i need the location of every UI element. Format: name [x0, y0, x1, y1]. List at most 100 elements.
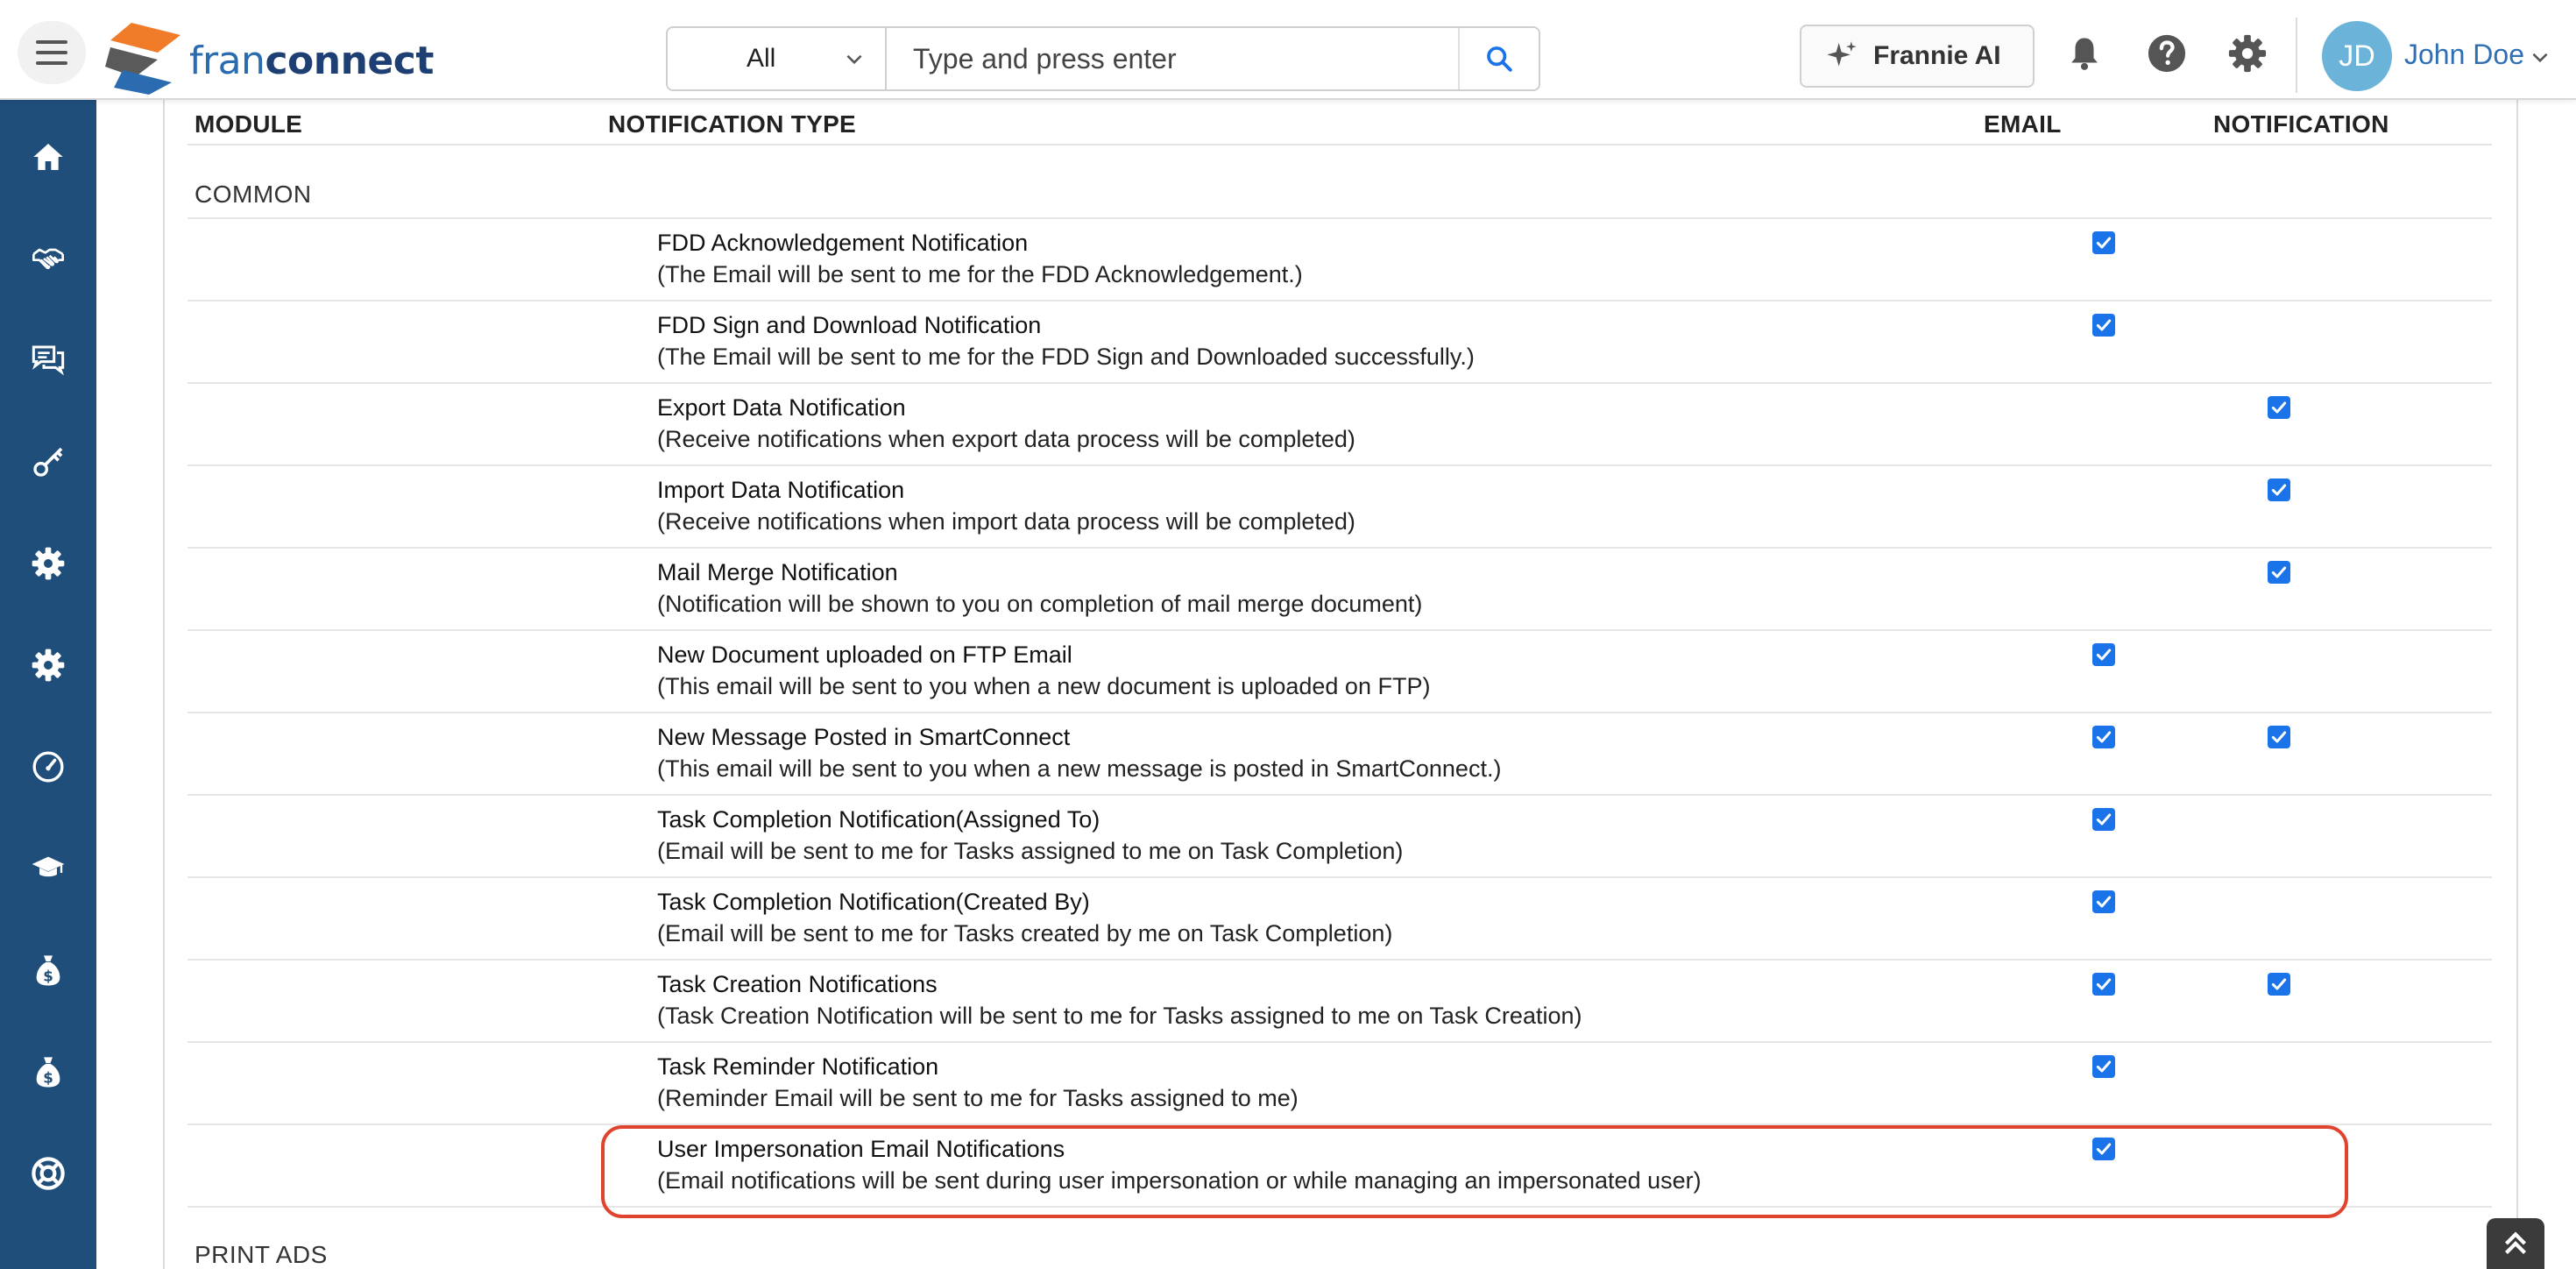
- search-scope-select[interactable]: All: [668, 28, 887, 89]
- notifications-bell-icon[interactable]: [2064, 33, 2105, 74]
- section-label-common: COMMON: [195, 181, 312, 208]
- top-header: franconnect All Frannie AI: [0, 0, 2576, 100]
- table-row: Mail Merge Notification (Notification wil…: [188, 547, 2492, 629]
- sidebar-item-messages[interactable]: [18, 330, 79, 391]
- column-header-module: MODULE: [195, 110, 303, 138]
- table-row: Task Completion Notification(Created By)…: [188, 876, 2492, 959]
- avatar[interactable]: JD: [2322, 21, 2392, 91]
- notification-title: User Impersonation Email Notifications: [657, 1136, 1065, 1162]
- email-checkbox[interactable]: [2092, 1055, 2115, 1078]
- sidebar-item-support[interactable]: [18, 1143, 79, 1204]
- table-row: Task Creation Notifications (Task Creatio…: [188, 959, 2492, 1041]
- logo-wordmark: franconnect: [189, 39, 434, 83]
- notification-checkbox[interactable]: [2268, 973, 2290, 996]
- email-checkbox[interactable]: [2092, 1138, 2115, 1160]
- chevron-down-icon: [846, 54, 862, 65]
- scroll-to-top-button[interactable]: [2487, 1218, 2544, 1269]
- notification-title: Task Reminder Notification: [657, 1053, 939, 1080]
- key-icon: [33, 447, 63, 477]
- notification-title: Task Creation Notifications: [657, 971, 938, 997]
- sidebar-item-settings[interactable]: [18, 533, 79, 594]
- notification-description: (Task Creation Notification will be sent…: [657, 1003, 1582, 1029]
- notification-checkbox[interactable]: [2268, 479, 2290, 501]
- notification-description: (Reminder Email will be sent to me for T…: [657, 1085, 1299, 1111]
- notification-checkbox[interactable]: [2268, 561, 2290, 584]
- notification-description: (The Email will be sent to me for the FD…: [657, 344, 1475, 370]
- table-row: User Impersonation Email Notifications (E…: [188, 1124, 2492, 1206]
- settings-gear-icon[interactable]: [2227, 33, 2268, 74]
- notification-title: Mail Merge Notification: [657, 559, 898, 585]
- gear-icon: [32, 547, 65, 580]
- sidebar-item-admin[interactable]: [18, 634, 79, 696]
- email-checkbox[interactable]: [2092, 808, 2115, 831]
- email-checkbox[interactable]: [2092, 231, 2115, 254]
- sparkle-icon: [1827, 41, 1857, 67]
- hamburger-menu-icon[interactable]: [18, 21, 86, 84]
- logo-text-connect: connect: [265, 39, 434, 83]
- notification-title: Task Completion Notification(Assigned To…: [657, 806, 1100, 833]
- email-checkbox[interactable]: [2092, 890, 2115, 913]
- email-checkbox[interactable]: [2092, 973, 2115, 996]
- table-row: Import Data Notification (Receive notific…: [188, 464, 2492, 547]
- gear-icon: [32, 649, 65, 682]
- frannie-ai-label: Frannie AI: [1873, 41, 2001, 70]
- avatar-initials: JD: [2339, 39, 2375, 73]
- notification-title: Export Data Notification: [657, 394, 906, 421]
- notification-checkbox[interactable]: [2268, 396, 2290, 419]
- email-checkbox[interactable]: [2092, 643, 2115, 666]
- user-menu-chevron-icon[interactable]: [2529, 46, 2551, 68]
- column-header-notification-type: NOTIFICATION TYPE: [608, 110, 857, 138]
- handshake-icon: [32, 248, 64, 270]
- search-scope-value: All: [747, 44, 776, 73]
- money-bag-icon: $: [36, 1057, 60, 1088]
- notification-title: Import Data Notification: [657, 477, 905, 503]
- sidebar-item-deals[interactable]: [18, 228, 79, 289]
- graduation-cap-icon: [32, 856, 65, 877]
- chat-icon: [32, 345, 65, 376]
- sidebar-item-training[interactable]: [18, 838, 79, 899]
- double-chevron-up-icon: [2505, 1231, 2526, 1254]
- notification-checkbox[interactable]: [2268, 726, 2290, 748]
- search-input[interactable]: [887, 28, 1458, 89]
- sidebar-item-finance[interactable]: $: [18, 939, 79, 1001]
- search-icon: [1487, 46, 1512, 72]
- frannie-ai-button[interactable]: Frannie AI: [1800, 25, 2035, 88]
- table-row: Export Data Notification (Receive notific…: [188, 382, 2492, 464]
- sidebar-item-dashboard[interactable]: [18, 736, 79, 798]
- section-label-print-ads: PRINT ADS: [195, 1241, 328, 1268]
- table-row: Task Reminder Notification (Reminder Emai…: [188, 1041, 2492, 1124]
- notification-description: (The Email will be sent to me for the FD…: [657, 261, 1303, 287]
- svg-text:$: $: [43, 968, 53, 985]
- table-row: FDD Sign and Download Notification (The E…: [188, 300, 2492, 382]
- logo-text-fran: fran: [189, 39, 265, 83]
- notification-title: FDD Acknowledgement Notification: [657, 230, 1029, 256]
- table-row: New Message Posted in SmartConnect (This …: [188, 712, 2492, 794]
- notification-title: New Document uploaded on FTP Email: [657, 642, 1072, 668]
- sidebar-item-home[interactable]: [18, 126, 79, 188]
- sidebar-item-royalty[interactable]: $: [18, 1041, 79, 1102]
- speedometer-icon: [32, 751, 64, 783]
- notification-title: Task Completion Notification(Created By): [657, 889, 1090, 915]
- search-button[interactable]: [1458, 28, 1539, 89]
- table-end-line: [188, 1206, 2492, 1208]
- table-row: FDD Acknowledgement Notification (The Ema…: [188, 217, 2492, 300]
- notification-title: FDD Sign and Download Notification: [657, 312, 1042, 338]
- notification-description: (Email will be sent to me for Tasks crea…: [657, 920, 1393, 946]
- help-icon[interactable]: [2147, 33, 2187, 74]
- sidebar-item-access[interactable]: [18, 431, 79, 493]
- global-search: All: [666, 26, 1540, 91]
- notification-description: (Email notifications will be sent during…: [657, 1167, 1702, 1194]
- table-row: Task Completion Notification(Assigned To…: [188, 794, 2492, 876]
- header-divider-line: [188, 144, 2492, 145]
- column-header-notification: NOTIFICATION: [2213, 110, 2389, 138]
- email-checkbox[interactable]: [2092, 314, 2115, 337]
- notification-description: (This email will be sent to you when a n…: [657, 673, 1431, 699]
- lifebuoy-icon: [32, 1157, 65, 1190]
- user-name[interactable]: John Doe: [2404, 39, 2524, 71]
- email-checkbox[interactable]: [2092, 726, 2115, 748]
- svg-text:$: $: [43, 1070, 53, 1087]
- money-bag-icon: $: [36, 955, 60, 986]
- notification-description: (This email will be sent to you when a n…: [657, 755, 1502, 782]
- sidebar: $ $: [0, 100, 96, 1269]
- logo-mark-icon: [105, 23, 180, 95]
